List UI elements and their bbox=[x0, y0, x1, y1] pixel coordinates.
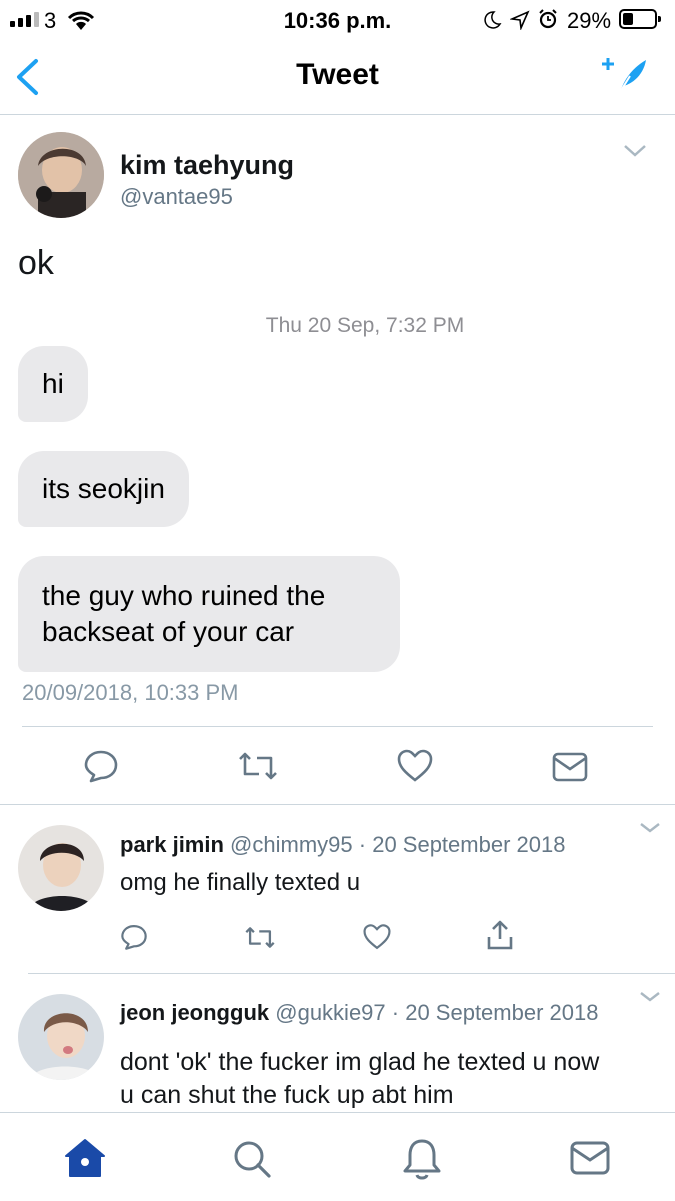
chevron-down-icon[interactable] bbox=[622, 142, 648, 160]
retweet-icon[interactable] bbox=[244, 925, 276, 950]
reply-avatar[interactable] bbox=[18, 825, 104, 911]
reply-date: · 20 September 2018 bbox=[391, 1000, 599, 1025]
author-handle[interactable]: @vantae95 bbox=[120, 184, 233, 210]
reply-author-handle[interactable]: @gukkie97 bbox=[275, 1000, 385, 1025]
location-icon bbox=[510, 10, 530, 30]
avatar-photo bbox=[18, 132, 104, 218]
message-date-header: Thu 20 Sep, 7:32 PM bbox=[265, 314, 465, 337]
dm-icon[interactable] bbox=[552, 752, 588, 782]
reply-author-handle[interactable]: @chimmy95 bbox=[230, 832, 353, 857]
like-icon[interactable] bbox=[362, 923, 392, 951]
reply-icon[interactable] bbox=[120, 923, 148, 951]
alarm-icon bbox=[539, 9, 557, 29]
message-bubble: its seokjin bbox=[18, 451, 189, 527]
compose-tweet-icon[interactable] bbox=[600, 54, 650, 94]
avatar-photo bbox=[18, 825, 104, 911]
page-title: Tweet bbox=[296, 58, 379, 91]
reply-tweet[interactable]: park jimin @chimmy95 · 20 September 2018… bbox=[0, 805, 675, 973]
chevron-down-icon[interactable] bbox=[638, 821, 662, 835]
reply-tweet[interactable]: jeon jeongguk @gukkie97 · 20 September 2… bbox=[0, 974, 675, 1111]
avatar-photo bbox=[18, 994, 104, 1080]
search-icon[interactable] bbox=[232, 1139, 272, 1179]
share-icon[interactable] bbox=[486, 919, 514, 951]
message-bubble: the guy who ruined the backseat of your … bbox=[18, 556, 400, 672]
tweet-text: ok bbox=[18, 244, 54, 282]
messages-icon[interactable] bbox=[570, 1141, 610, 1175]
reply-date: · 20 September 2018 bbox=[358, 832, 566, 857]
moon-icon bbox=[484, 11, 502, 29]
reply-text: dont 'ok' the fucker im glad he texted u… bbox=[120, 1048, 600, 1109]
message-bubble: hi bbox=[18, 346, 88, 422]
author-name[interactable]: kim taehyung bbox=[120, 150, 294, 181]
author-avatar[interactable] bbox=[18, 132, 104, 218]
notifications-icon[interactable] bbox=[402, 1137, 442, 1181]
reply-author-name[interactable]: jeon jeongguk bbox=[120, 1000, 269, 1025]
divider bbox=[22, 726, 653, 727]
status-bar: 3 10:36 p.m. 29% bbox=[0, 0, 675, 40]
tweet-timestamp: 20/09/2018, 10:33 PM bbox=[22, 680, 239, 705]
reply-avatar[interactable] bbox=[18, 994, 104, 1080]
like-icon[interactable] bbox=[396, 748, 434, 784]
battery-percent: 29% bbox=[567, 8, 612, 33]
reply-text: omg he finally texted u bbox=[120, 869, 361, 896]
home-icon[interactable] bbox=[64, 1138, 106, 1178]
tab-bar bbox=[0, 1112, 675, 1201]
reply-author-name[interactable]: park jimin bbox=[120, 832, 224, 857]
tweet-image[interactable]: Thu 20 Sep, 7:32 PM hi its seokjin the g… bbox=[0, 300, 675, 675]
nav-bar: Tweet bbox=[0, 40, 675, 115]
battery-icon bbox=[619, 9, 661, 29]
retweet-icon[interactable] bbox=[237, 750, 279, 782]
reply-icon[interactable] bbox=[83, 748, 119, 784]
chevron-down-icon[interactable] bbox=[638, 990, 662, 1004]
